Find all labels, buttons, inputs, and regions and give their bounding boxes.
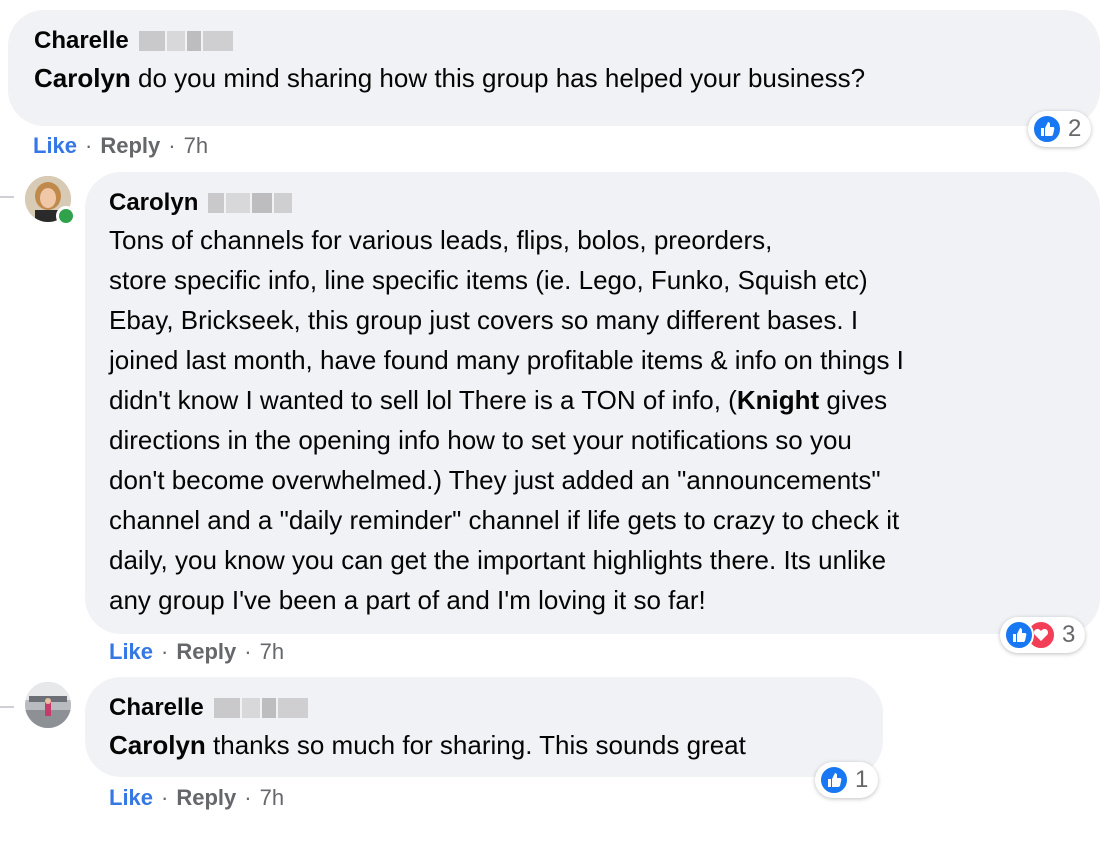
redacted-name-blur	[138, 31, 233, 51]
reaction-count: 2	[1068, 115, 1082, 142]
reply-button[interactable]: Reply	[100, 132, 160, 160]
separator: ·	[161, 639, 169, 664]
comment-author[interactable]: Charelle	[109, 693, 204, 723]
reaction-count: 3	[1062, 621, 1076, 648]
separator: ·	[244, 639, 252, 664]
like-button[interactable]: Like	[109, 784, 153, 812]
avatar-charelle[interactable]	[25, 682, 71, 728]
separator: ·	[161, 785, 169, 810]
like-button[interactable]: Like	[33, 132, 77, 160]
reply-button[interactable]: Reply	[176, 638, 236, 666]
comment-actions-2: Like · Reply · 7h	[109, 638, 284, 666]
like-button[interactable]: Like	[109, 638, 153, 666]
comment-bubble-2: Carolyn Tons of channels for various lea…	[85, 172, 1100, 634]
reaction-summary-3[interactable]: 1	[815, 762, 879, 798]
mention-link[interactable]: Knight	[737, 385, 819, 415]
redacted-name-blur	[213, 698, 308, 718]
comment-author[interactable]: Carolyn	[109, 188, 198, 218]
thread-connector	[0, 706, 14, 708]
reaction-summary-1[interactable]: 2	[1028, 111, 1092, 147]
separator: ·	[244, 785, 252, 810]
separator: ·	[85, 133, 93, 158]
like-icon	[1032, 114, 1062, 144]
like-icon	[819, 765, 849, 795]
comment-author[interactable]: Charelle	[34, 26, 129, 56]
comment-text: thanks so much for sharing. This sounds …	[205, 730, 746, 760]
reaction-count: 1	[855, 766, 869, 793]
comment-text: Tons of channels for various leads, flip…	[109, 225, 904, 615]
thread-connector	[0, 196, 14, 198]
comment-bubble-1: Charelle Carolyn do you mind sharing how…	[8, 10, 1100, 126]
mention-link[interactable]: Carolyn	[109, 730, 206, 760]
comment-actions-1: Like · Reply · 7h	[33, 132, 208, 160]
mention-link[interactable]: Carolyn	[34, 63, 131, 93]
timestamp[interactable]: 7h	[184, 132, 208, 160]
reaction-summary-2[interactable]: 3	[1000, 617, 1086, 653]
comment-bubble-3: Charelle Carolyn thanks so much for shar…	[85, 677, 883, 777]
reply-button[interactable]: Reply	[176, 784, 236, 812]
comment-text: do you mind sharing how this group has h…	[130, 63, 866, 93]
timestamp[interactable]: 7h	[260, 638, 284, 666]
separator: ·	[168, 133, 176, 158]
online-status-indicator	[56, 206, 76, 226]
timestamp[interactable]: 7h	[260, 784, 284, 812]
comment-actions-3: Like · Reply · 7h	[109, 784, 284, 812]
like-icon	[1004, 620, 1034, 650]
redacted-name-blur	[208, 193, 293, 213]
